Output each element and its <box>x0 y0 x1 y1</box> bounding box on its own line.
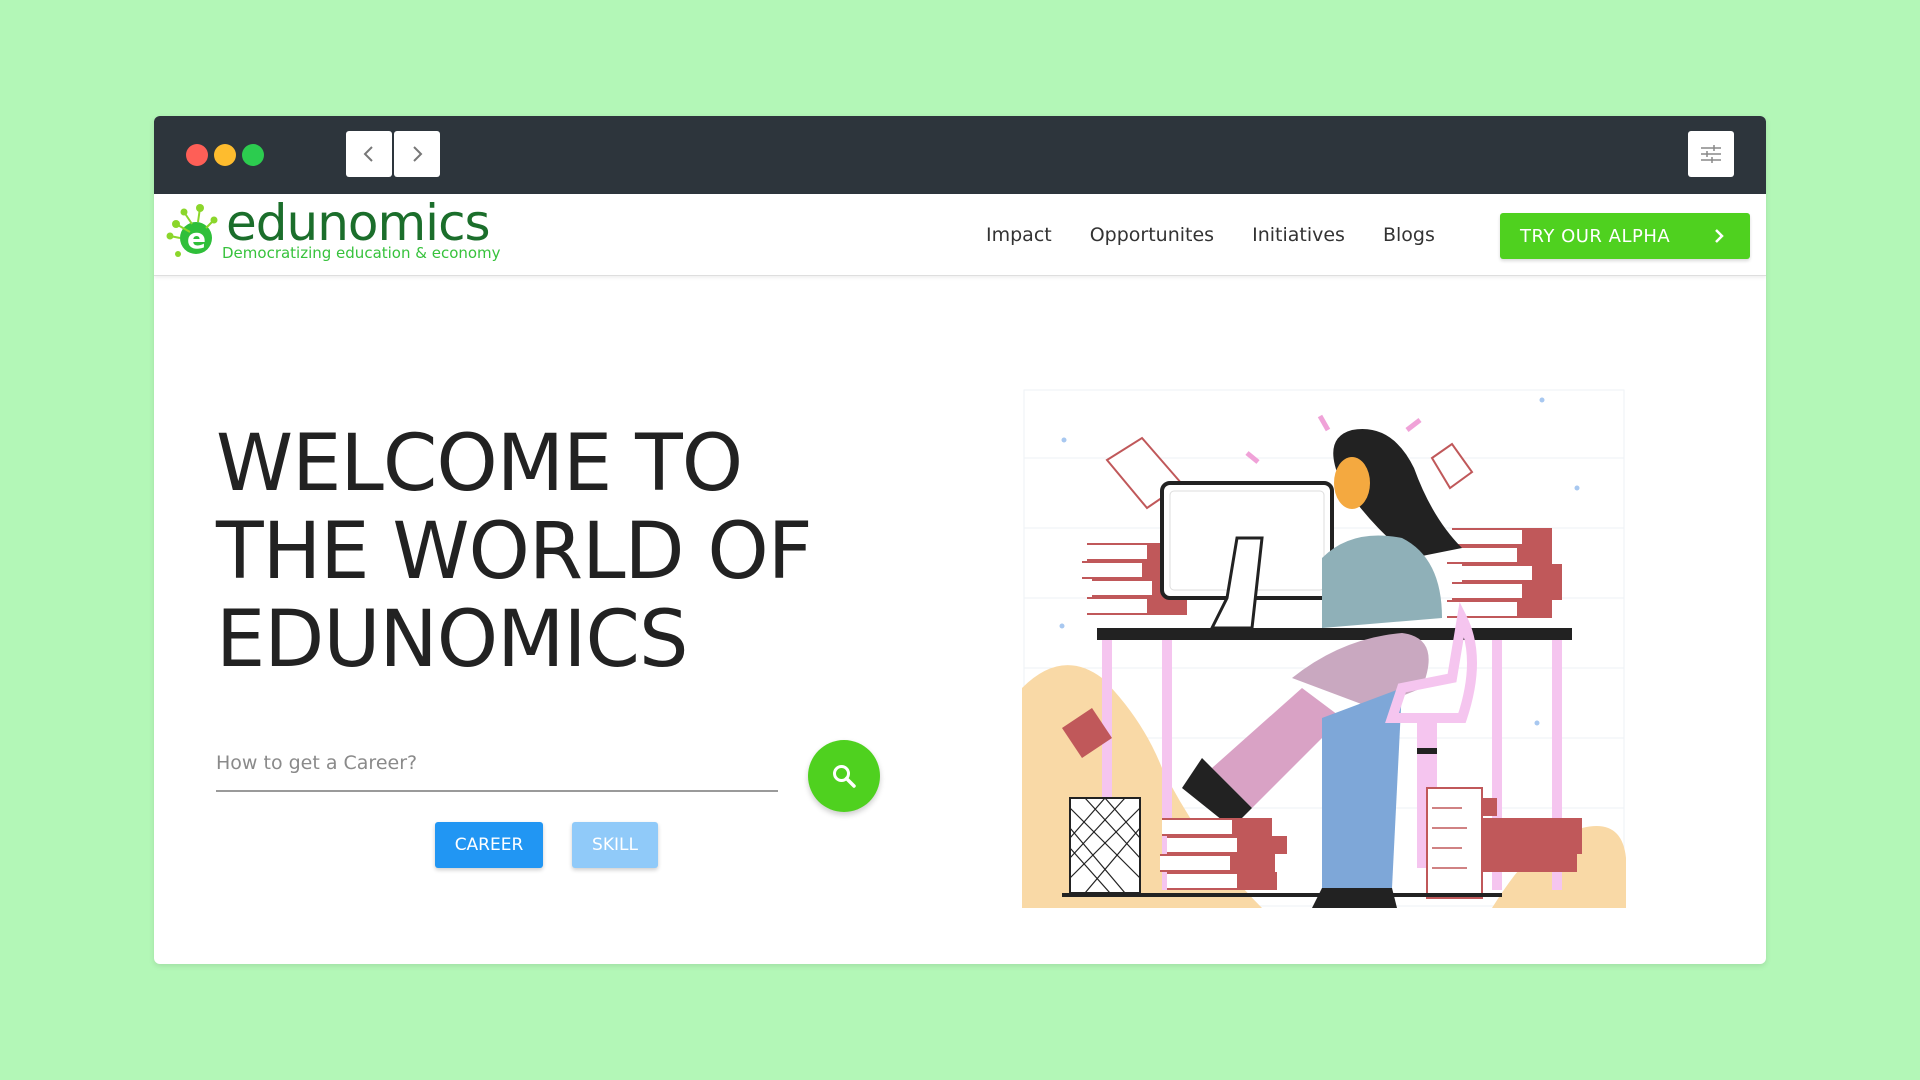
close-window-dot[interactable] <box>186 144 208 166</box>
nav-blogs[interactable]: Blogs <box>1383 224 1435 246</box>
chevron-left-icon <box>363 146 373 162</box>
nav-opportunites[interactable]: Opportunites <box>1090 224 1214 246</box>
try-alpha-button[interactable]: TRY OUR ALPHA <box>1500 213 1750 259</box>
search-field-wrapper <box>216 736 778 792</box>
chevron-right-icon <box>413 146 423 162</box>
nav-impact[interactable]: Impact <box>986 224 1052 246</box>
nav-initiatives[interactable]: Initiatives <box>1252 224 1345 246</box>
hero-illustration <box>1022 389 1626 908</box>
logo-molecule-icon: e <box>166 204 218 257</box>
maximize-window-dot[interactable] <box>242 144 264 166</box>
edunomics-logo[interactable]: e edunomics Democratizing education & ec… <box>164 194 524 270</box>
search-icon <box>833 765 856 788</box>
career-button[interactable]: CAREER <box>435 822 543 868</box>
settings-button[interactable] <box>1688 131 1734 177</box>
svg-text:e: e <box>187 222 206 255</box>
sliders-icon <box>1701 145 1721 163</box>
browser-titlebar <box>154 116 1766 194</box>
minimize-window-dot[interactable] <box>214 144 236 166</box>
hero-title-line: WELCOME TO <box>216 419 743 509</box>
hero-title-line: EDUNOMICS <box>216 595 688 685</box>
site-header: e edunomics Democratizing education & ec… <box>154 194 1766 276</box>
hero-title: WELCOME TO THE WORLD OF EDUNOMICS <box>216 420 916 684</box>
try-alpha-label: TRY OUR ALPHA <box>1520 225 1671 247</box>
forward-button[interactable] <box>394 131 440 177</box>
hero-title-line: THE WORLD OF <box>216 507 813 597</box>
chevron-right-icon <box>1715 229 1724 243</box>
main-nav: Impact Opportunites Initiatives Blogs <box>986 194 1473 276</box>
skill-button[interactable]: SKILL <box>572 822 658 868</box>
search-input[interactable] <box>216 736 778 790</box>
back-button[interactable] <box>346 131 392 177</box>
browser-window: e edunomics Democratizing education & ec… <box>154 116 1766 964</box>
search-button[interactable] <box>808 740 880 812</box>
logo-tagline: Democratizing education & economy <box>222 244 501 262</box>
